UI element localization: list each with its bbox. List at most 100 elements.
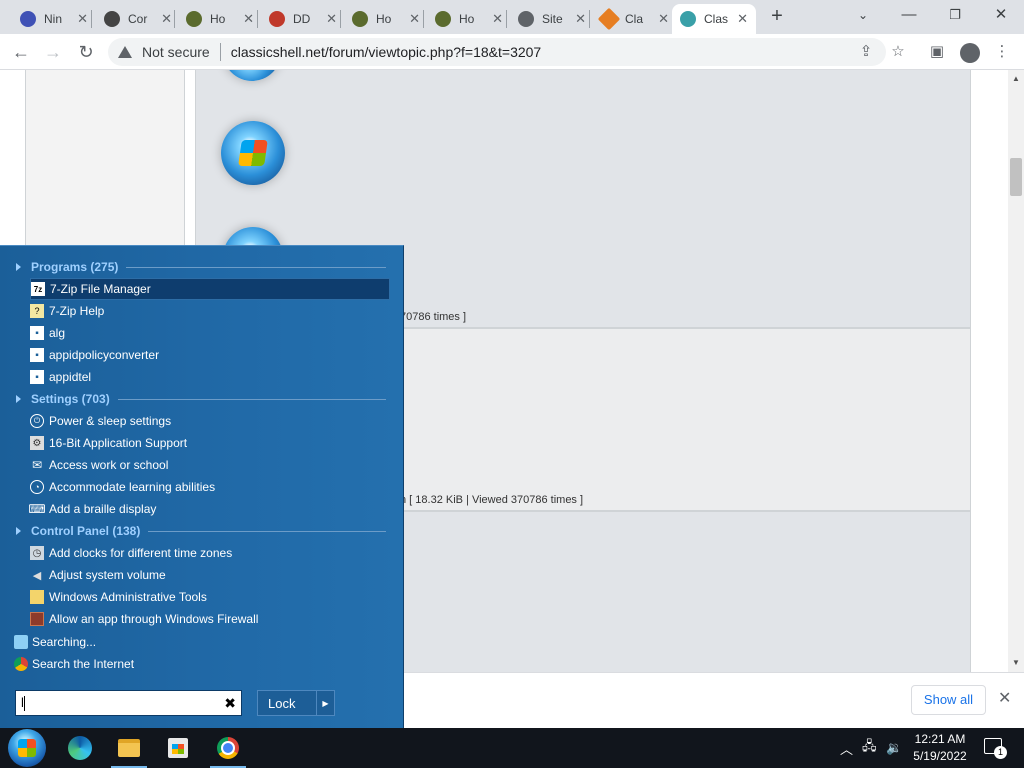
- menu-item-label: Windows Administrative Tools: [49, 590, 207, 604]
- menu-item-admin-tools[interactable]: Windows Administrative Tools: [30, 586, 390, 608]
- menu-item-appidpolicyconverter[interactable]: ▪ appidpolicyconverter: [30, 344, 390, 366]
- tab-favicon-icon: [20, 11, 36, 27]
- menu-item-label: alg: [49, 326, 66, 340]
- store-icon: [168, 738, 188, 758]
- tab-separator: [91, 10, 92, 28]
- tab-8-active[interactable]: Clas ✕: [672, 4, 756, 34]
- menu-item-access-work[interactable]: ✉ Access work or school: [30, 454, 390, 476]
- menu-item-label: Access work or school: [49, 458, 169, 472]
- clock-date: 5/19/2022: [913, 749, 967, 763]
- tab-close-icon[interactable]: ✕: [77, 11, 88, 27]
- store-taskbar-button[interactable]: [154, 728, 202, 768]
- system-clock[interactable]: 12:21 AM 5/19/2022: [908, 731, 972, 765]
- tab-4[interactable]: Ho ✕: [344, 4, 428, 34]
- 7zip-icon: 7z: [31, 282, 45, 296]
- attachment-info: 70786 times ]: [400, 311, 467, 323]
- menu-item-adjust-volume[interactable]: ◀ Adjust system volume: [30, 564, 390, 586]
- back-icon[interactable]: ←: [8, 39, 34, 65]
- notification-center-icon[interactable]: 1: [984, 738, 1007, 759]
- menu-item-braille-display[interactable]: ⌨ Add a braille display: [28, 498, 390, 520]
- category-settings[interactable]: Settings (703): [16, 388, 386, 410]
- tab-search-icon[interactable]: ⌄: [840, 2, 886, 30]
- tab-7[interactable]: Cla ✕: [593, 4, 677, 34]
- settings-gear-icon: ⚙: [30, 436, 44, 450]
- close-window-icon[interactable]: ✕: [978, 2, 1024, 30]
- reload-icon[interactable]: ↻: [73, 39, 99, 65]
- tab-3[interactable]: DD ✕: [261, 4, 345, 34]
- tab-label: Cla: [625, 12, 644, 26]
- chrome-icon: [217, 737, 239, 759]
- tab-6[interactable]: Site ✕: [510, 4, 594, 34]
- show-hidden-icons-chevron-icon[interactable]: ︿: [840, 728, 853, 768]
- tab-favicon-icon: [680, 11, 696, 27]
- category-label: Control Panel (138): [31, 524, 141, 538]
- tab-close-icon[interactable]: ✕: [161, 11, 172, 27]
- tab-0[interactable]: Nin ✕: [12, 4, 96, 34]
- category-label: Programs (275): [31, 260, 119, 274]
- scroll-thumb[interactable]: [1010, 158, 1022, 196]
- tab-close-icon[interactable]: ✕: [737, 11, 748, 27]
- tab-close-icon[interactable]: ✕: [575, 11, 586, 27]
- menu-kebab-icon[interactable]: ⋮: [992, 42, 1012, 62]
- tab-close-icon[interactable]: ✕: [492, 11, 503, 27]
- volume-icon[interactable]: 🔉: [886, 728, 902, 768]
- security-status[interactable]: Not secure: [142, 43, 221, 61]
- menu-item-accommodate-learning[interactable]: ◔ Accommodate learning abilities: [30, 476, 390, 498]
- menu-item-firewall[interactable]: Allow an app through Windows Firewall: [30, 608, 390, 630]
- category-programs[interactable]: Programs (275): [16, 256, 386, 278]
- app-window-icon: ▪: [30, 326, 44, 340]
- minimize-icon[interactable]: —: [886, 2, 932, 30]
- menu-item-appidtel[interactable]: ▪ appidtel: [30, 366, 390, 388]
- file-explorer-taskbar-button[interactable]: [105, 728, 153, 768]
- side-panel-icon[interactable]: ▣: [927, 42, 947, 62]
- tab-label: Ho: [376, 12, 392, 26]
- close-download-bar-icon[interactable]: ✕: [998, 688, 1011, 708]
- url-text[interactable]: classicshell.net/forum/viewtopic.php?f=1…: [231, 44, 542, 60]
- tab-label: Site: [542, 12, 563, 26]
- menu-item-7zip-file-manager[interactable]: 7z 7-Zip File Manager: [30, 278, 390, 300]
- network-icon[interactable]: 🖧: [862, 728, 877, 768]
- tab-2[interactable]: Ho ✕: [178, 4, 262, 34]
- chrome-taskbar-button[interactable]: [204, 728, 252, 768]
- tab-close-icon[interactable]: ✕: [409, 11, 420, 27]
- tab-close-icon[interactable]: ✕: [658, 11, 669, 27]
- search-internet-item[interactable]: Search the Internet: [14, 653, 134, 675]
- tab-close-icon[interactable]: ✕: [326, 11, 337, 27]
- bookmark-star-icon[interactable]: ☆: [888, 42, 908, 62]
- profile-avatar-icon[interactable]: [960, 43, 980, 63]
- shutdown-options-arrow-icon[interactable]: ▶: [316, 691, 334, 715]
- show-all-button[interactable]: Show all: [911, 685, 986, 715]
- tab-separator: [506, 10, 507, 28]
- menu-item-alg[interactable]: ▪ alg: [30, 322, 390, 344]
- lock-button[interactable]: Lock ▶: [257, 690, 335, 716]
- start-button-orb-icon[interactable]: [8, 729, 46, 767]
- address-bar[interactable]: Not secure classicshell.net/forum/viewto…: [108, 38, 886, 66]
- tab-separator: [423, 10, 424, 28]
- tab-1[interactable]: Cor ✕: [96, 4, 180, 34]
- share-icon[interactable]: ⇪: [856, 42, 876, 62]
- app-window-icon: ▪: [30, 370, 44, 384]
- scroll-down-icon[interactable]: ▼: [1012, 658, 1020, 667]
- restore-icon[interactable]: ❐: [932, 2, 978, 30]
- tab-favicon-icon: [352, 11, 368, 27]
- clear-search-icon[interactable]: ✖: [224, 691, 236, 715]
- new-tab-button[interactable]: +: [766, 6, 788, 28]
- menu-item-label: appidpolicyconverter: [49, 348, 160, 362]
- tab-5[interactable]: Ho ✕: [427, 4, 511, 34]
- scroll-up-icon[interactable]: ▲: [1012, 74, 1020, 83]
- start-search-input[interactable]: l ✖: [15, 690, 242, 716]
- menu-item-power-sleep[interactable]: ⏻ Power & sleep settings: [30, 410, 390, 432]
- edge-taskbar-button[interactable]: [56, 728, 104, 768]
- forward-icon[interactable]: →: [40, 39, 66, 65]
- tab-close-icon[interactable]: ✕: [243, 11, 254, 27]
- page-scrollbar[interactable]: ▲ ▼: [1008, 70, 1024, 672]
- category-control-panel[interactable]: Control Panel (138): [16, 520, 386, 542]
- search-internet-label: Search the Internet: [32, 657, 135, 671]
- classic-start-menu: Programs (275) 7z 7-Zip File Manager ? 7…: [0, 245, 404, 728]
- briefcase-icon: ✉: [31, 458, 43, 472]
- menu-item-label: Add clocks for different time zones: [49, 546, 233, 560]
- menu-item-16bit-support[interactable]: ⚙ 16-Bit Application Support: [30, 432, 390, 454]
- menu-item-7zip-help[interactable]: ? 7-Zip Help: [30, 300, 390, 322]
- menu-item-add-clocks[interactable]: ◷ Add clocks for different time zones: [30, 542, 390, 564]
- clock-icon: ◷: [30, 546, 44, 560]
